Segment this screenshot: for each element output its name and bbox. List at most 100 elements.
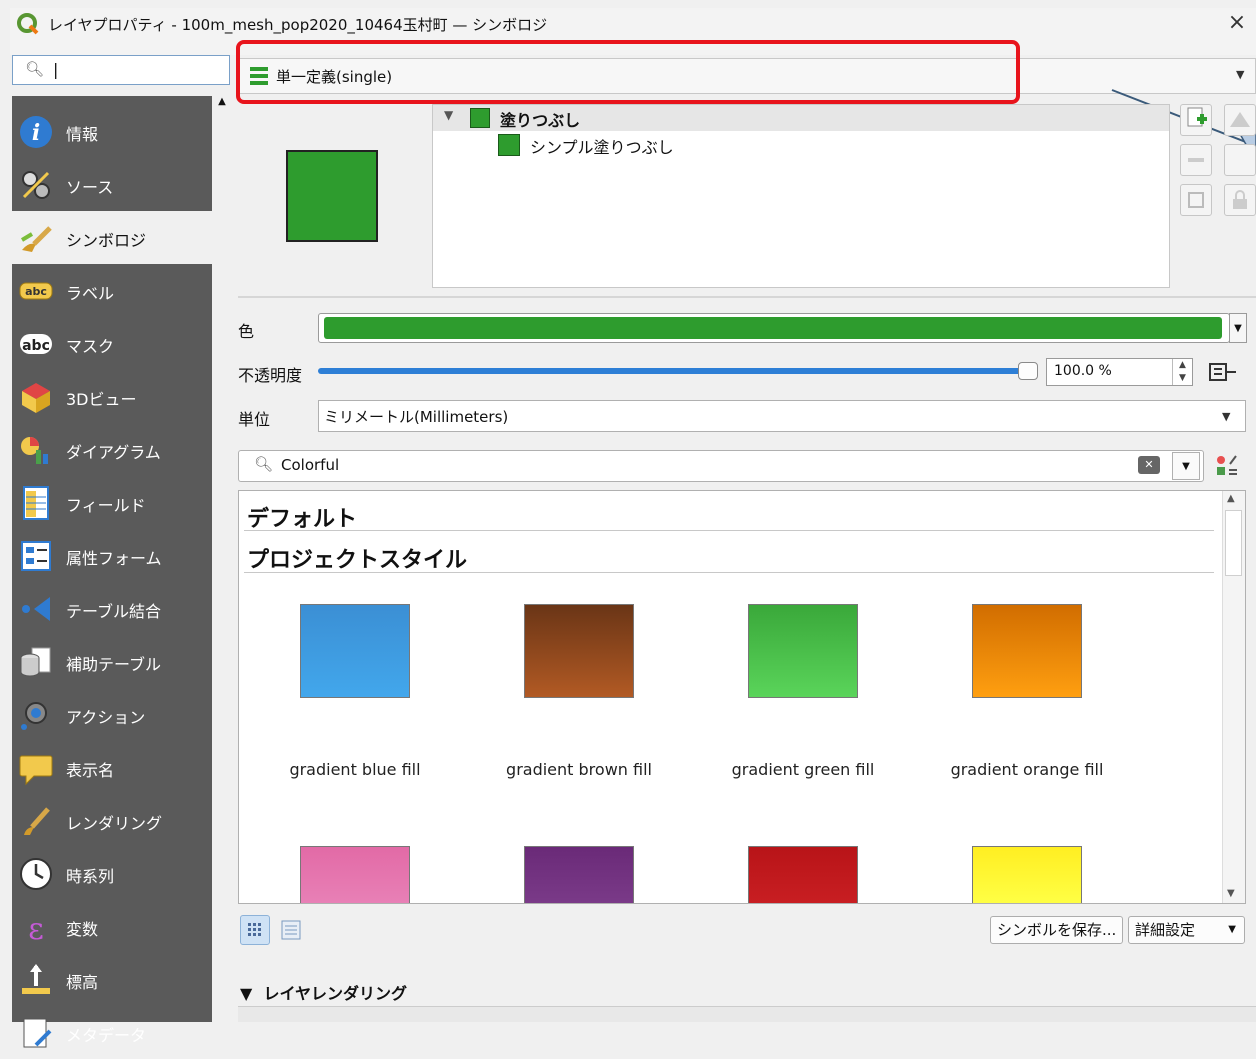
sidebar-item-fields[interactable]: フィールド (12, 476, 212, 529)
layer-rendering-title: レイヤレンダリング (263, 984, 407, 1003)
svg-text:ε: ε (28, 912, 44, 945)
sidebar-item-joins[interactable]: テーブル結合 (12, 582, 212, 635)
unit-label: 単位 (238, 410, 271, 429)
color-label: 色 (238, 322, 255, 341)
unit-value: ミリメートル(Millimeters) (324, 408, 509, 426)
style-manager-icon[interactable] (1214, 452, 1240, 480)
spin-arrows-icon[interactable]: ▲ ▼ (1172, 359, 1192, 385)
symbol-swatch[interactable] (972, 846, 1082, 903)
style-search-value: Colorful (281, 456, 340, 474)
sidebar-item-attributes-form[interactable]: 属性フォーム (12, 529, 212, 582)
sidebar-item-label: 変数 (66, 920, 99, 939)
sidebar-item-label: メタデータ (66, 1026, 147, 1045)
mask-icon: abc (18, 326, 54, 362)
sidebar-item-label: 補助テーブル (66, 655, 162, 674)
search-icon: 🔍︎ (25, 60, 45, 78)
sidebar-item-metadata[interactable]: メタデータ (12, 1006, 212, 1059)
sidebar-item-label: マスク (66, 337, 115, 356)
sidebar-item-label: アクション (66, 708, 146, 727)
symbol-swatch[interactable] (748, 846, 858, 903)
remove-layer-button[interactable] (1180, 144, 1212, 176)
chevron-down-icon: ▼ (1222, 410, 1231, 423)
symbol-swatch-label: gradient green fill (731, 760, 875, 779)
symbol-swatch[interactable] (748, 604, 858, 698)
sidebar-item-info[interactable]: i 情報 (12, 105, 212, 158)
group-default[interactable]: デフォルト (247, 501, 357, 533)
rendering-icon (18, 803, 54, 839)
scroll-up-icon[interactable]: ▲ (214, 96, 230, 116)
sidebar-item-label: レンダリング (66, 814, 163, 833)
joins-icon (18, 591, 54, 627)
sidebar-item-elevation[interactable]: 標高 (12, 953, 212, 1006)
move-down-button[interactable] (1224, 144, 1256, 176)
sidebar-item-label: テーブル結合 (66, 602, 162, 621)
layer-rendering-panel (238, 1006, 1256, 1022)
layer-rendering-header[interactable]: ▼ レイヤレンダリング (240, 980, 407, 1004)
sidebar-item-source[interactable]: ソース (12, 158, 212, 211)
symbol-swatch[interactable] (300, 846, 410, 903)
advanced-button[interactable]: 詳細設定 ▼ (1128, 916, 1245, 944)
sidebar-item-mask[interactable]: abc マスク (12, 317, 212, 370)
move-up-button[interactable] (1224, 104, 1256, 136)
clear-icon[interactable]: ✕ (1138, 456, 1160, 474)
sidebar-item-display[interactable]: 表示名 (12, 741, 212, 794)
search-icon: 🔍︎ (254, 455, 274, 473)
symbol-swatch[interactable] (524, 604, 634, 698)
style-search-input[interactable] (238, 450, 1204, 482)
fields-icon (18, 485, 54, 521)
color-menu-chevron-icon[interactable]: ▼ (1229, 313, 1247, 343)
scroll-up-icon[interactable]: ▲ (1227, 493, 1235, 504)
scroll-down-icon[interactable]: ▼ (1227, 888, 1235, 899)
3d-view-icon (18, 379, 54, 415)
data-defined-override-icon[interactable] (1204, 358, 1242, 386)
color-swatch (324, 317, 1222, 339)
svg-text:abc: abc (25, 285, 47, 298)
metadata-icon (18, 1015, 54, 1051)
lock-icon[interactable] (1224, 184, 1256, 216)
sidebar-item-auxiliary-storage[interactable]: 補助テーブル (12, 635, 212, 688)
sidebar-item-3d-view[interactable]: 3Dビュー (12, 370, 212, 423)
scrollbar-thumb[interactable] (1225, 510, 1242, 576)
qgis-logo-icon (16, 12, 40, 36)
sidebar-item-diagram[interactable]: ダイアグラム (12, 423, 212, 476)
opacity-slider[interactable] (318, 368, 1026, 374)
sidebar-item-label: シンボロジ (66, 231, 147, 250)
temporal-icon (18, 856, 54, 892)
simple-fill-swatch (498, 134, 520, 156)
attributes-form-icon (18, 538, 54, 574)
tree-root-label: 塗りつぶし (500, 111, 581, 130)
expand-icon[interactable]: ▼ (444, 108, 453, 122)
collapse-icon: ▼ (240, 984, 253, 1003)
sidebar: i 情報 ソース シンボロジ abc ラベル abc マスク 3Dビュー ダイアグラム フィールド属… (12, 96, 212, 1048)
symbol-swatch-label: gradient orange fill (950, 760, 1104, 779)
close-icon[interactable]: × (1222, 8, 1252, 38)
sidebar-item-label: 属性フォーム (66, 549, 162, 568)
sidebar-item-rendering[interactable]: レンダリング (12, 794, 212, 847)
add-layer-button[interactable] (1180, 104, 1212, 136)
sidebar-item-label: フィールド (66, 496, 146, 515)
sidebar-item-actions[interactable]: アクション (12, 688, 212, 741)
opacity-slider-handle[interactable] (1018, 362, 1038, 380)
symbol-swatch-label: gradient brown fill (506, 760, 652, 779)
chevron-down-icon: ▼ (1228, 924, 1236, 935)
group-project-styles[interactable]: プロジェクトスタイル (247, 542, 467, 574)
sidebar-item-symbology[interactable]: シンボロジ (12, 211, 212, 264)
list-view-button[interactable] (276, 915, 306, 945)
icon-view-button[interactable] (240, 915, 270, 945)
sidebar-item-variables[interactable]: ε 変数 (12, 900, 212, 953)
chevron-down-icon[interactable]: ▼ (1172, 452, 1200, 480)
symbol-swatch[interactable] (524, 846, 634, 903)
divider (244, 572, 1214, 573)
sidebar-search-input[interactable]: 🔍︎ | (12, 55, 230, 85)
display-icon (18, 750, 54, 786)
sidebar-item-label: 表示名 (66, 761, 115, 780)
tree-child-label[interactable]: シンプル塗りつぶし (530, 134, 674, 158)
symbol-swatch[interactable] (972, 604, 1082, 698)
sidebar-item-labels[interactable]: abc ラベル (12, 264, 212, 317)
sidebar-item-label: ダイアグラム (66, 443, 161, 462)
splitter[interactable] (238, 296, 1256, 298)
duplicate-layer-button[interactable] (1180, 184, 1212, 216)
sidebar-item-temporal[interactable]: 時系列 (12, 847, 212, 900)
save-symbol-button[interactable]: シンボルを保存... (990, 916, 1124, 944)
symbol-swatch[interactable] (300, 604, 410, 698)
